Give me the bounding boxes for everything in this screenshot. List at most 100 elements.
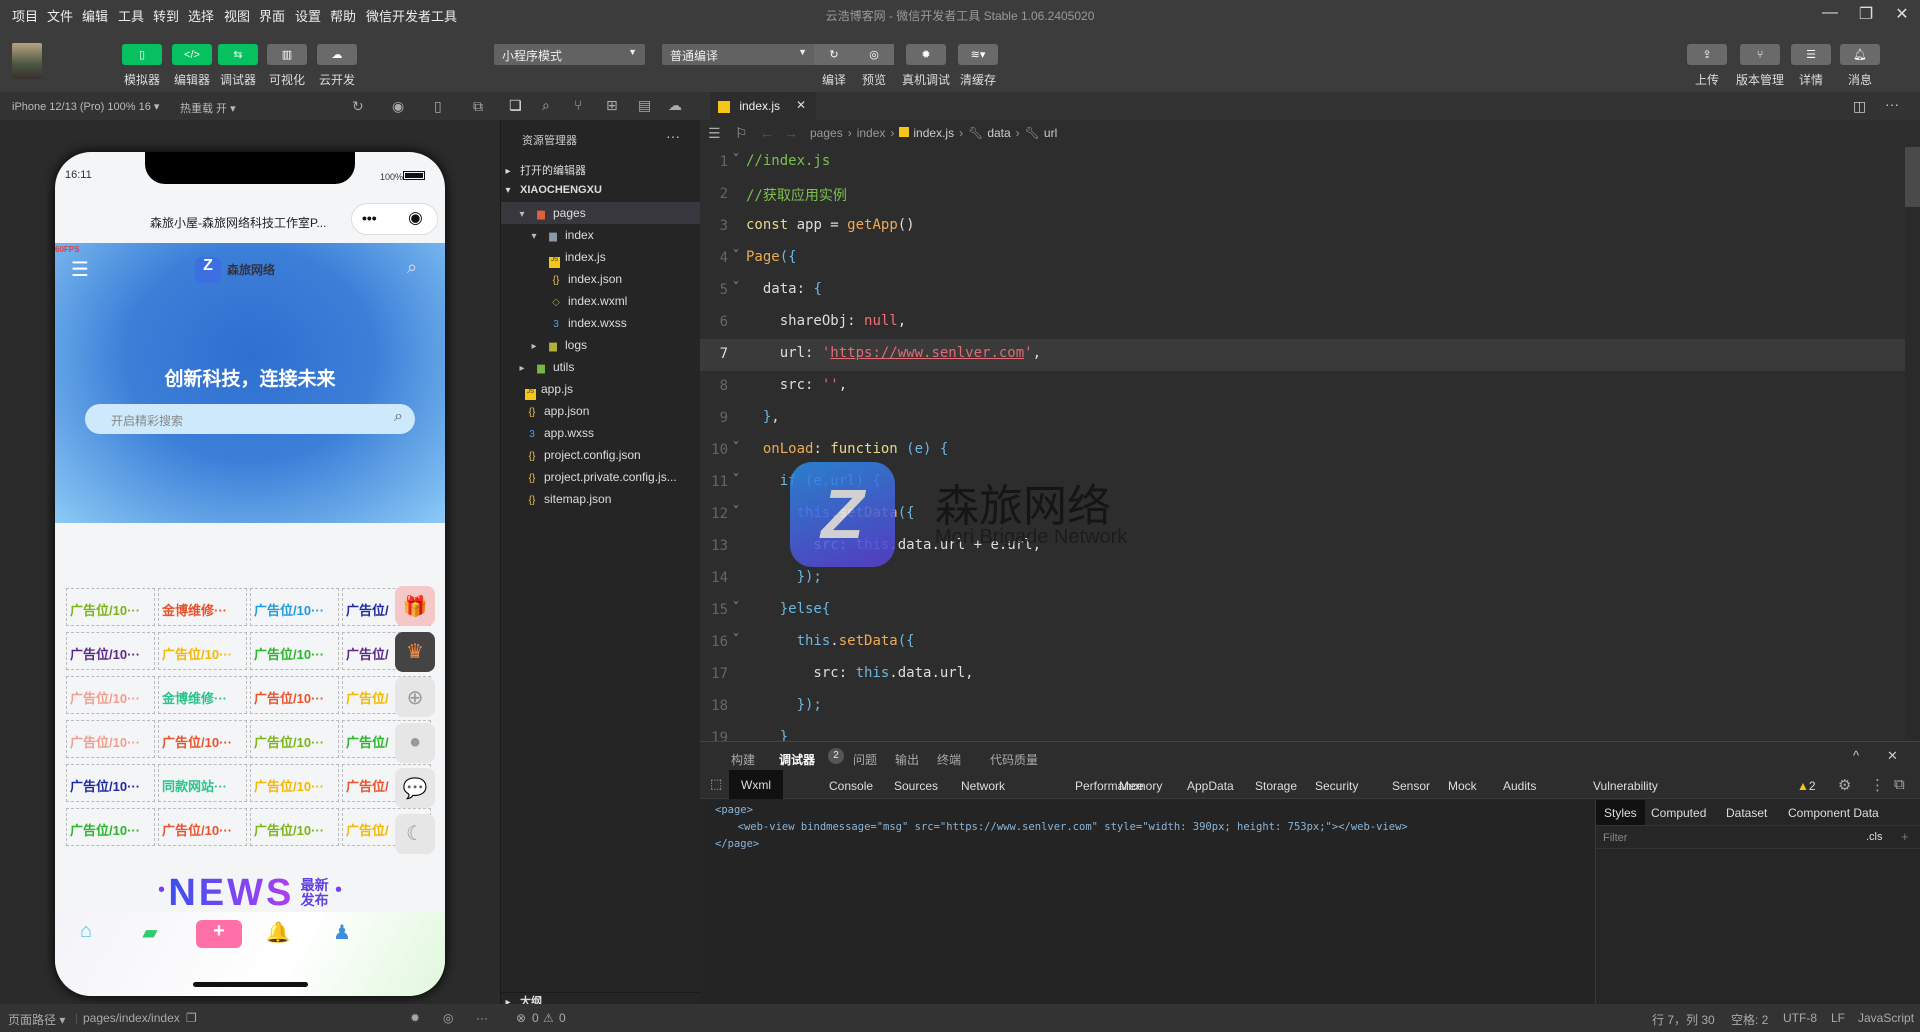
breadcrumb-item[interactable]: pages <box>810 126 843 140</box>
tree-item[interactable]: ▾ ▆ pages <box>501 202 701 224</box>
bell-button[interactable]: 🔔︎ <box>1840 44 1880 65</box>
close-tab-icon[interactable]: ✕ <box>796 98 806 112</box>
styles-tab[interactable]: Styles <box>1596 800 1645 826</box>
warning-count[interactable]: 0 <box>559 1011 566 1025</box>
tree-item[interactable]: JS index.js <box>501 246 701 268</box>
code-line[interactable]: 19 } <box>700 723 1905 741</box>
extensions-icon[interactable]: ⊞ <box>606 97 618 114</box>
copy-icon[interactable]: ❐ <box>186 1011 197 1025</box>
tree-item[interactable]: ◇ index.wxml <box>501 290 701 312</box>
code-line[interactable]: 1 ⌄ //index.js <box>700 147 1905 179</box>
fold-chevron-icon[interactable]: ⌄ <box>733 627 739 638</box>
tree-item[interactable]: ▸ ▆ utils <box>501 356 701 378</box>
device-select[interactable]: iPhone 12/13 (Pro) 100% 16 ▾ <box>12 100 159 113</box>
ad-cell[interactable]: 金博维修··· <box>158 676 247 714</box>
ad-cell[interactable]: 金博维修··· <box>158 588 247 626</box>
code-line[interactable]: 9 }, <box>700 403 1905 435</box>
breadcrumb-item[interactable]: index.js <box>913 126 954 140</box>
tree-item[interactable]: {} project.config.json <box>501 444 701 466</box>
debug-button[interactable]: ⇆ <box>218 44 258 65</box>
code-area[interactable]: 1 ⌄ //index.js 2 //获取应用实例 3 const app = getApp… <box>700 147 1905 741</box>
branch-button[interactable]: ⑂ <box>1740 44 1780 65</box>
inspect-element-icon[interactable]: ⬚ <box>710 776 722 792</box>
settings-icon[interactable]: ⚙ <box>1838 776 1851 794</box>
page-path-label[interactable]: 页面路径 ▾ <box>8 1011 65 1028</box>
ad-cell[interactable]: 广告位/10··· <box>66 632 155 670</box>
eye-button[interactable]: ◎ <box>854 44 894 65</box>
layout-button[interactable]: ▥ <box>267 44 307 65</box>
ad-cell[interactable]: 广告位/10··· <box>158 720 247 758</box>
code-editor[interactable]: ☰ ⚐ ← → pages › index › index.js › 🔧︎ data › 🔧︎ ur… <box>700 120 1920 741</box>
split-editor-icon[interactable]: ◫ <box>1853 98 1866 115</box>
styles-tab[interactable]: Component Data <box>1788 806 1879 820</box>
docker-icon[interactable]: ☁ <box>668 97 682 114</box>
bug-icon[interactable]: ✹ <box>410 1011 420 1025</box>
devtools-tab[interactable]: Network <box>961 779 1005 793</box>
ad-cell[interactable]: 广告位/10··· <box>66 764 155 802</box>
close-icon[interactable]: ✕ <box>1890 4 1914 24</box>
menu-icon[interactable]: ☰ <box>71 257 89 282</box>
wxml-line[interactable]: <web-view bindmessage="msg" src="https:/… <box>725 821 1408 833</box>
indentation[interactable]: 空格: 2 <box>1731 1011 1768 1028</box>
devtools-tab[interactable]: Wxml <box>729 770 783 799</box>
wxml-line[interactable]: </page> <box>715 838 759 850</box>
code-line[interactable]: 3 const app = getApp() <box>700 211 1905 243</box>
upload-button[interactable]: ⇪ <box>1687 44 1727 65</box>
wechat-button[interactable]: 💬 <box>395 768 435 808</box>
git-icon[interactable]: ⑂ <box>574 97 582 113</box>
tab-wallet[interactable]: ▰ <box>135 920 165 948</box>
eye-icon[interactable]: ◎ <box>443 1011 453 1025</box>
error-count[interactable]: 0 <box>532 1011 539 1025</box>
layers-button[interactable]: ≋▾ <box>958 44 998 65</box>
phone-button[interactable]: ▯ <box>122 44 162 65</box>
outline-section[interactable]: ▸ 大纲 <box>501 992 701 1004</box>
tree-item[interactable]: {} project.private.config.js... <box>501 466 701 488</box>
encoding[interactable]: UTF-8 <box>1783 1011 1817 1025</box>
breadcrumb-item[interactable]: index <box>857 126 886 140</box>
fold-chevron-icon[interactable]: ⌄ <box>733 595 739 606</box>
collapse-panel-icon[interactable]: ^ <box>1853 748 1859 763</box>
reload-icon[interactable]: ↻ <box>352 98 364 115</box>
avatar[interactable] <box>12 43 42 79</box>
refresh-button[interactable]: ↻ <box>814 44 854 65</box>
ad-cell[interactable]: 广告位/10··· <box>66 676 155 714</box>
styles-tab[interactable]: Computed <box>1651 806 1706 820</box>
search-icon[interactable]: ⌕ <box>394 408 403 426</box>
tab-user[interactable]: ♟ <box>327 920 357 948</box>
devtools-tab[interactable]: Vulnerability <box>1593 779 1658 793</box>
cursor-position[interactable]: 行 7，列 30 <box>1652 1011 1715 1028</box>
save-icon[interactable]: ▤ <box>638 97 651 114</box>
minimize-icon[interactable]: — <box>1818 4 1842 22</box>
mode-select[interactable]: 小程序模式 ▼ <box>494 44 645 65</box>
open-editors-section[interactable]: ▸ 打开的编辑器 <box>501 158 701 180</box>
code-line[interactable]: 5 ⌄ data: { <box>700 275 1905 307</box>
devtools-tab[interactable]: Mock <box>1448 779 1477 793</box>
devtools-tab[interactable]: AppData <box>1187 779 1234 793</box>
close-miniprogram-icon[interactable]: ◉ <box>408 208 423 228</box>
fold-chevron-icon[interactable]: ⌄ <box>733 275 739 286</box>
panel-tab[interactable]: 终端 <box>937 751 961 768</box>
devtools-tab[interactable]: Console <box>829 779 873 793</box>
language-mode[interactable]: JavaScript <box>1858 1011 1914 1025</box>
back-icon[interactable]: ← <box>760 125 774 141</box>
tree-item[interactable]: 3 app.wxss <box>501 422 701 444</box>
search-icon[interactable]: ⌕ <box>407 257 417 278</box>
tree-item[interactable]: {} app.json <box>501 400 701 422</box>
devtools-tab[interactable]: Security <box>1315 779 1358 793</box>
filter-input[interactable]: Filter .cls + <box>1596 825 1920 849</box>
search-input[interactable]: 开启精彩搜索 ⌕ <box>85 404 415 434</box>
devtools-tab[interactable]: Sources <box>894 779 938 793</box>
ad-cell[interactable]: 广告位/10··· <box>66 808 155 846</box>
tree-item[interactable]: {} index.json <box>501 268 701 290</box>
ad-cell[interactable]: 广告位/10··· <box>250 808 339 846</box>
bug-button[interactable]: ✹ <box>906 44 946 65</box>
panel-tab[interactable]: 构建 <box>731 751 755 768</box>
gift-button[interactable]: 🎁 <box>395 586 435 626</box>
code-line[interactable]: 15 ⌄ }else{ <box>700 595 1905 627</box>
devtools-tab[interactable]: Memory <box>1119 779 1162 793</box>
ad-cell[interactable]: 广告位/10··· <box>250 632 339 670</box>
line-ending[interactable]: LF <box>1831 1011 1845 1025</box>
device-icon[interactable]: ▯ <box>434 98 442 115</box>
devtools-tab[interactable]: Storage <box>1255 779 1297 793</box>
restore-icon[interactable]: ❐ <box>1854 4 1878 24</box>
